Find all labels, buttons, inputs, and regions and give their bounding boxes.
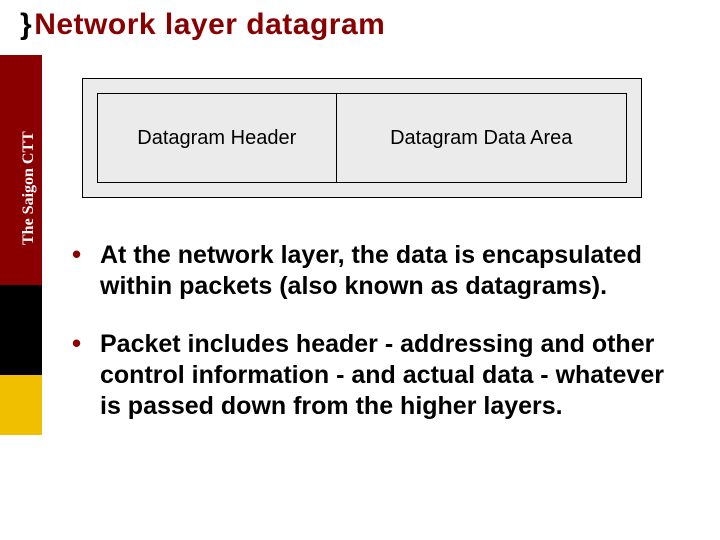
list-item: At the network layer, the data is encaps… — [72, 240, 690, 303]
sidebar-label: The Saigon CTT — [20, 45, 38, 245]
slide: The Saigon CTT }Network layer datagram D… — [0, 0, 720, 540]
title-brace-icon: } — [20, 8, 32, 41]
rail-segment-black — [0, 285, 42, 375]
left-rail: The Saigon CTT — [0, 0, 42, 540]
datagram-diagram-inner: Datagram Header Datagram Data Area — [97, 93, 627, 183]
slide-title: }Network layer datagram — [20, 8, 385, 42]
bullet-list: At the network layer, the data is encaps… — [72, 240, 690, 448]
datagram-header-cell: Datagram Header — [97, 93, 336, 183]
rail-segment-yellow — [0, 375, 42, 435]
title-text: Network layer datagram — [34, 8, 385, 41]
list-item: Packet includes header - addressing and … — [72, 329, 690, 423]
rail-segment-white-bottom — [0, 435, 42, 540]
datagram-diagram: Datagram Header Datagram Data Area — [82, 78, 642, 198]
datagram-data-cell: Datagram Data Area — [336, 93, 628, 183]
